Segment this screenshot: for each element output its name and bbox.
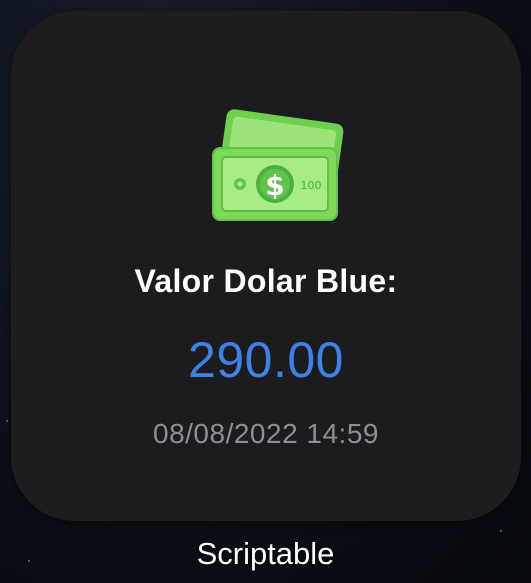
banknote-denomination: 100 — [301, 179, 322, 192]
app-label: Scriptable — [196, 536, 335, 571]
last-updated-timestamp: 08/08/2022 14:59 — [153, 418, 379, 449]
dollar-value: 290.00 — [188, 332, 344, 388]
svg-text:$: $ — [265, 169, 284, 202]
widget-title: Valor Dolar Blue: — [134, 263, 398, 299]
scriptable-widget[interactable]: $ 100 Valor Dolar Blue: 290.00 08/08/202… — [11, 11, 521, 521]
money-banknotes-icon: $ 100 — [212, 109, 344, 221]
